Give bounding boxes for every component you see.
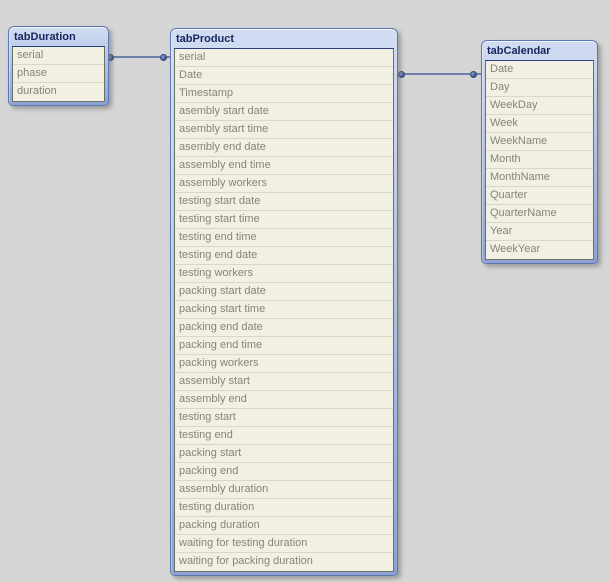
field-row[interactable]: serial: [175, 49, 393, 67]
field-row[interactable]: testing end date: [175, 247, 393, 265]
data-model-canvas: tabDuration serial phase duration tabPro…: [0, 0, 610, 582]
field-row[interactable]: packing end time: [175, 337, 393, 355]
field-list-tabproduct: serial Date Timestamp asembly start date…: [174, 49, 394, 572]
field-row[interactable]: asembly start time: [175, 121, 393, 139]
table-title-tabduration[interactable]: tabDuration: [12, 29, 105, 47]
field-row[interactable]: waiting for testing duration: [175, 535, 393, 553]
field-row[interactable]: QuarterName: [486, 205, 593, 223]
field-row[interactable]: Quarter: [486, 187, 593, 205]
connector-endpoint-icon: [470, 71, 477, 78]
field-row[interactable]: testing start time: [175, 211, 393, 229]
field-row[interactable]: MonthName: [486, 169, 593, 187]
field-row[interactable]: testing start date: [175, 193, 393, 211]
field-row[interactable]: Month: [486, 151, 593, 169]
field-row[interactable]: WeekDay: [486, 97, 593, 115]
field-row[interactable]: Date: [175, 67, 393, 85]
field-row[interactable]: testing start: [175, 409, 393, 427]
table-window-tabduration[interactable]: tabDuration serial phase duration: [8, 26, 109, 106]
field-row[interactable]: duration: [13, 83, 104, 101]
field-row[interactable]: waiting for packing duration: [175, 553, 393, 571]
connector-endpoint-icon: [160, 54, 167, 61]
field-row[interactable]: assembly end time: [175, 157, 393, 175]
field-row[interactable]: assembly workers: [175, 175, 393, 193]
connector-endpoint-icon: [398, 71, 405, 78]
field-row[interactable]: packing start date: [175, 283, 393, 301]
field-row[interactable]: Year: [486, 223, 593, 241]
field-row[interactable]: assembly start: [175, 373, 393, 391]
table-window-tabproduct[interactable]: tabProduct serial Date Timestamp asembly…: [170, 28, 398, 576]
field-row[interactable]: WeekName: [486, 133, 593, 151]
field-row[interactable]: testing end time: [175, 229, 393, 247]
field-list-tabduration: serial phase duration: [12, 47, 105, 102]
field-list-tabcalendar: Date Day WeekDay Week WeekName Month Mon…: [485, 61, 594, 260]
field-row[interactable]: packing workers: [175, 355, 393, 373]
field-row[interactable]: asembly start date: [175, 103, 393, 121]
field-row[interactable]: Date: [486, 61, 593, 79]
field-row[interactable]: testing workers: [175, 265, 393, 283]
field-row[interactable]: Day: [486, 79, 593, 97]
table-title-tabcalendar[interactable]: tabCalendar: [485, 43, 594, 61]
field-row[interactable]: packing end: [175, 463, 393, 481]
field-row[interactable]: asembly end date: [175, 139, 393, 157]
field-row[interactable]: packing duration: [175, 517, 393, 535]
table-title-tabproduct[interactable]: tabProduct: [174, 31, 394, 49]
field-row[interactable]: serial: [13, 47, 104, 65]
field-row[interactable]: WeekYear: [486, 241, 593, 259]
table-window-tabcalendar[interactable]: tabCalendar Date Day WeekDay Week WeekNa…: [481, 40, 598, 264]
field-row[interactable]: Week: [486, 115, 593, 133]
field-row[interactable]: assembly end: [175, 391, 393, 409]
field-row[interactable]: Timestamp: [175, 85, 393, 103]
field-row[interactable]: phase: [13, 65, 104, 83]
field-row[interactable]: assembly duration: [175, 481, 393, 499]
field-row[interactable]: packing start time: [175, 301, 393, 319]
field-row[interactable]: packing start: [175, 445, 393, 463]
field-row[interactable]: packing end date: [175, 319, 393, 337]
connector-line-date: [398, 73, 481, 75]
field-row[interactable]: testing end: [175, 427, 393, 445]
field-row[interactable]: testing duration: [175, 499, 393, 517]
